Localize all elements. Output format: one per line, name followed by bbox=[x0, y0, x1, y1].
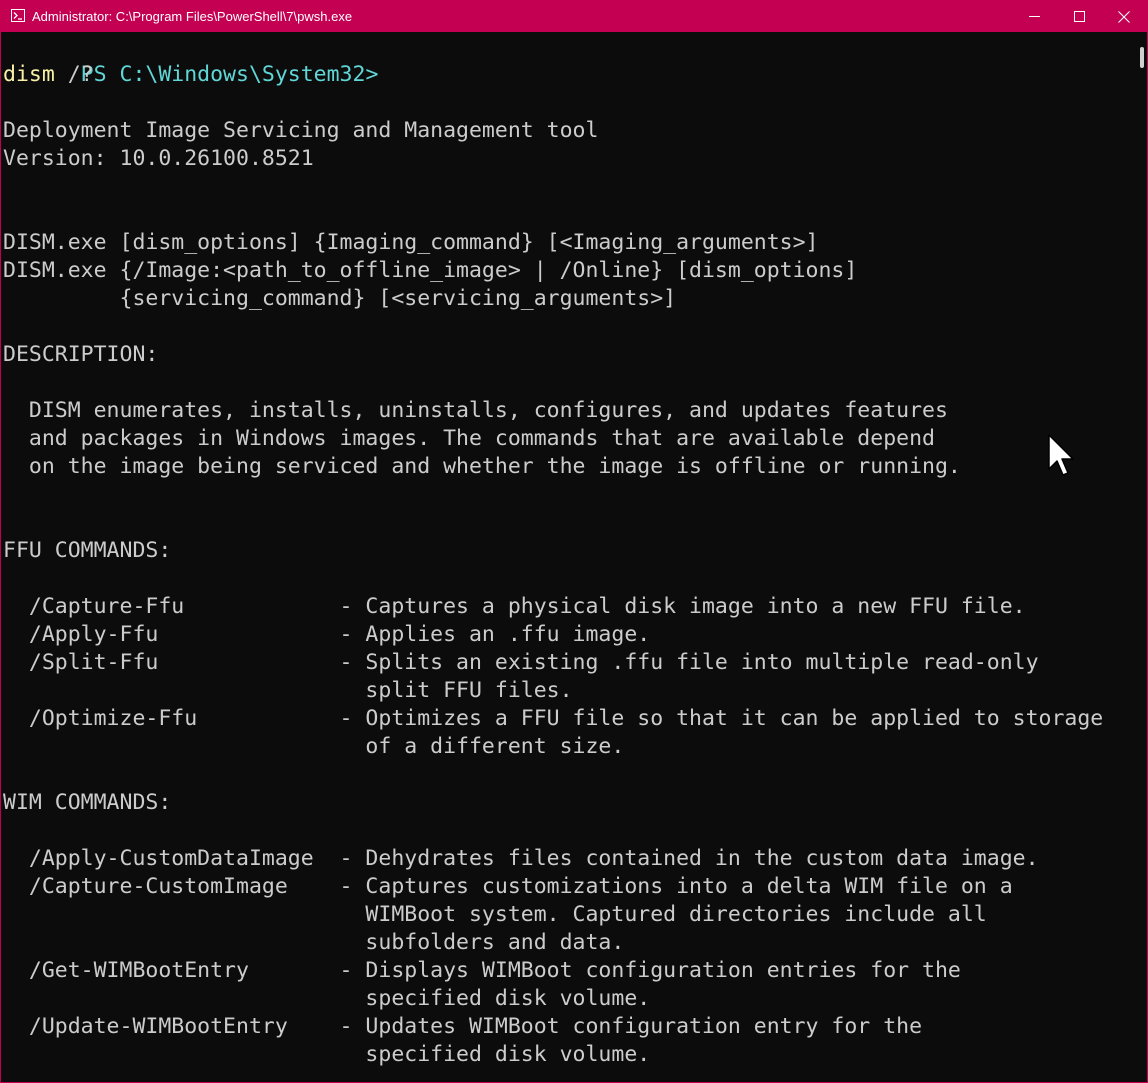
output-line: specified disk volume. bbox=[3, 986, 651, 1011]
output-line: DISM enumerates, installs, uninstalls, c… bbox=[3, 398, 948, 423]
powershell-icon bbox=[11, 9, 25, 22]
output-line: specified disk volume. bbox=[3, 1042, 651, 1067]
command-args: /? bbox=[54, 62, 94, 87]
output-line: split FFU files. bbox=[3, 678, 573, 703]
output-line: {servicing_command} [<servicing_argument… bbox=[3, 286, 677, 311]
output-line: Deployment Image Servicing and Managemen… bbox=[3, 118, 599, 143]
output-block: Deployment Image Servicing and Managemen… bbox=[3, 89, 1131, 1069]
title-bar[interactable]: Administrator: C:\Program Files\PowerShe… bbox=[1, 1, 1147, 32]
window-title: Administrator: C:\Program Files\PowerShe… bbox=[32, 9, 353, 24]
output-line: WIM COMMANDS: bbox=[3, 790, 172, 815]
output-line: on the image being serviced and whether … bbox=[3, 454, 961, 479]
close-icon bbox=[1118, 10, 1130, 23]
maximize-icon bbox=[1073, 11, 1085, 22]
output-line: /Update-WIMBootEntry - Updates WIMBoot c… bbox=[3, 1014, 923, 1039]
output-line: /Apply-Ffu - Applies an .ffu image. bbox=[3, 622, 651, 647]
maximize-button[interactable] bbox=[1056, 1, 1102, 32]
output-line: /Optimize-Ffu - Optimizes a FFU file so … bbox=[3, 706, 1104, 731]
terminal-output[interactable]: PS C:\Windows\System32> dism /? Deployme… bbox=[3, 33, 1131, 1082]
minimize-icon bbox=[1028, 11, 1040, 22]
prompt-text: PS C:\Windows\System32> bbox=[80, 62, 379, 87]
output-line: Version: 10.0.26100.8521 bbox=[3, 146, 314, 171]
output-line: of a different size. bbox=[3, 734, 625, 759]
output-line: /Capture-Ffu - Captures a physical disk … bbox=[3, 594, 1026, 619]
output-line: /Split-Ffu - Splits an existing .ffu fil… bbox=[3, 650, 1039, 675]
prompt-line: PS C:\Windows\System32> bbox=[3, 33, 1131, 87]
output-line: DESCRIPTION: bbox=[3, 342, 159, 367]
output-line: /Get-WIMBootEntry - Displays WIMBoot con… bbox=[3, 958, 961, 983]
terminal-window: Administrator: C:\Program Files\PowerShe… bbox=[0, 0, 1148, 1083]
minimize-button[interactable] bbox=[1011, 1, 1057, 32]
output-line: subfolders and data. bbox=[3, 930, 625, 955]
command-text: dism bbox=[3, 62, 55, 87]
output-line: /Apply-CustomDataImage - Dehydrates file… bbox=[3, 846, 1039, 871]
output-line: /Capture-CustomImage - Captures customiz… bbox=[3, 874, 1013, 899]
close-button[interactable] bbox=[1101, 1, 1147, 32]
output-line: WIMBoot system. Captured directories inc… bbox=[3, 902, 987, 927]
scrollbar-thumb[interactable] bbox=[1140, 47, 1144, 68]
output-line: DISM.exe {/Image:<path_to_offline_image>… bbox=[3, 258, 858, 283]
mouse-pointer-icon bbox=[1047, 433, 1079, 481]
output-line: and packages in Windows images. The comm… bbox=[3, 426, 935, 451]
output-line: DISM.exe [dism_options] {Imaging_command… bbox=[3, 230, 819, 255]
output-line: FFU COMMANDS: bbox=[3, 538, 172, 563]
